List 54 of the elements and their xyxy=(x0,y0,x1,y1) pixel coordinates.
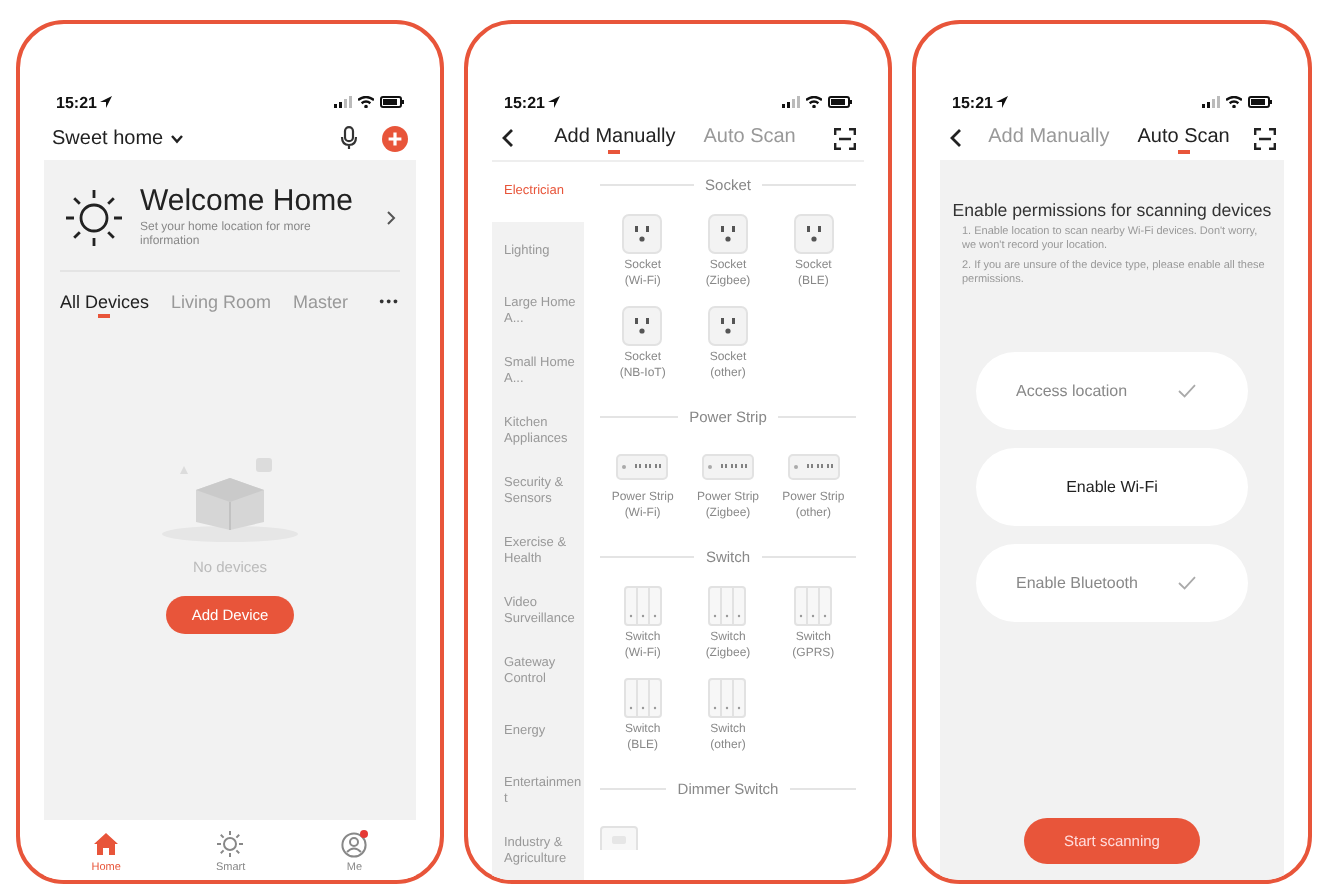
signal-icon xyxy=(782,96,800,108)
wall-switch-icon xyxy=(708,586,747,626)
socket-icon xyxy=(707,306,748,346)
wall-switch-icon xyxy=(623,586,662,626)
permission-button[interactable]: Enable Bluetooth xyxy=(976,543,1248,622)
signal-icon xyxy=(1202,96,1220,108)
tab[interactable]: Auto Scan xyxy=(1137,122,1230,154)
wall-switch-icon xyxy=(794,586,833,626)
signal-icon xyxy=(334,96,352,108)
tab[interactable]: Add Manually xyxy=(554,122,676,154)
socket-icon xyxy=(707,214,748,254)
welcome-title: Welcome Home xyxy=(140,184,355,218)
check-icon xyxy=(1178,575,1196,590)
back-icon[interactable] xyxy=(948,128,964,148)
socket-icon xyxy=(793,214,834,254)
battery-icon xyxy=(1248,96,1272,108)
tab[interactable]: Add Manually xyxy=(988,122,1110,154)
scan-icon[interactable] xyxy=(1254,127,1276,149)
chevron-down-icon[interactable] xyxy=(169,133,184,143)
add-icon[interactable] xyxy=(382,125,408,151)
status-time: 15:21 xyxy=(504,93,545,111)
battery-icon xyxy=(828,96,852,108)
status-time: 15:21 xyxy=(56,93,97,111)
microphone-icon[interactable] xyxy=(340,126,358,150)
permission-button[interactable]: Enable Wi-Fi xyxy=(976,447,1248,526)
socket-icon xyxy=(622,214,663,254)
home-name[interactable]: Sweet home xyxy=(52,127,164,149)
tab[interactable]: Auto Scan xyxy=(703,122,796,154)
chevron-right-icon[interactable] xyxy=(386,209,396,226)
socket-icon xyxy=(622,306,663,346)
empty-box-drawing xyxy=(160,454,300,543)
power-strip-icon xyxy=(787,453,840,479)
check-icon xyxy=(1178,383,1196,398)
room-tab[interactable]: All Devices xyxy=(60,288,150,319)
wall-switch-icon xyxy=(708,678,747,718)
location-arrow-icon xyxy=(548,96,561,108)
sun-icon xyxy=(64,187,124,248)
battery-icon xyxy=(380,96,404,108)
permissions-title: Enable permissions for scanning devices xyxy=(952,200,1272,220)
room-tab[interactable]: Living Room xyxy=(171,288,272,319)
wall-switch-icon xyxy=(623,678,662,718)
scan-icon[interactable] xyxy=(834,127,856,149)
dimmer-switch-icon xyxy=(600,826,638,850)
back-icon[interactable] xyxy=(500,128,516,148)
location-arrow-icon xyxy=(100,96,113,108)
location-arrow-icon xyxy=(996,96,1009,108)
wifi-icon xyxy=(358,96,374,108)
wifi-icon xyxy=(806,96,822,108)
power-strip-icon xyxy=(616,453,669,479)
power-strip-icon xyxy=(701,453,754,479)
room-tab[interactable]: Master xyxy=(293,288,349,319)
permission-button[interactable]: Access location xyxy=(976,351,1248,430)
status-time: 15:21 xyxy=(952,93,993,111)
wifi-icon xyxy=(1226,96,1242,108)
